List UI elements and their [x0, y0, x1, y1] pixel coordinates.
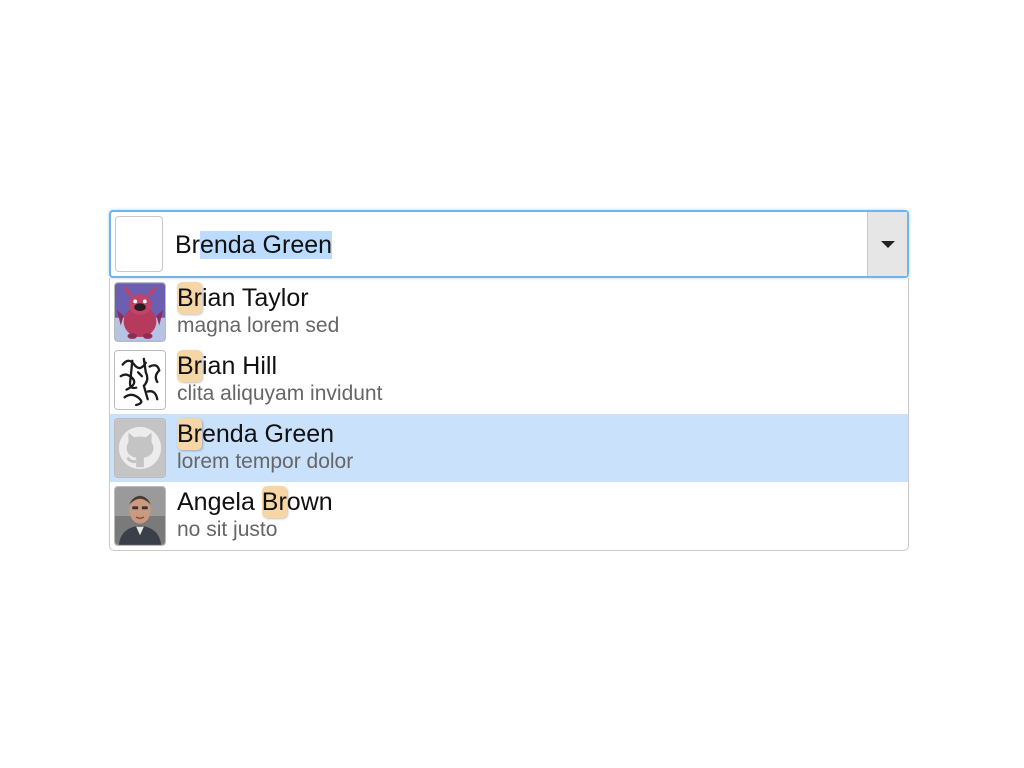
person-photo-icon [114, 486, 166, 546]
match-highlight: Br [261, 486, 287, 518]
match-highlight: Br [177, 350, 202, 382]
search-input[interactable]: Brenda Green [175, 227, 333, 263]
sketch-avatar-icon [114, 350, 166, 410]
caret-down-icon [880, 240, 895, 248]
option-name: Angela Brown [177, 486, 333, 518]
option-name: Brian Hill [177, 350, 278, 382]
match-highlight: Br [177, 418, 202, 450]
option-brian-taylor[interactable]: Brian Taylor magna lorem sed [110, 278, 908, 346]
option-brian-hill[interactable]: Brian Hill clita aliquyam invidunt [110, 346, 908, 414]
suggestions-listbox: Brian Taylor magna lorem sed Brian Hill … [109, 278, 909, 551]
option-name: Brian Taylor [177, 282, 309, 314]
selected-avatar-placeholder [115, 216, 163, 272]
autocomplete-combobox: Brenda Green Brian Taylor magna lorem se… [109, 210, 909, 551]
option-brenda-green[interactable]: Brenda Green lorem tempor dolor [110, 414, 908, 482]
option-name-rest: enda Green [202, 420, 335, 448]
autocompleted-selection: enda Green [200, 231, 333, 259]
combobox-input-row[interactable]: Brenda Green [109, 210, 909, 278]
typed-text: Br [175, 231, 200, 259]
option-description: magna lorem sed [177, 314, 340, 337]
option-name-before: Angela [177, 488, 262, 516]
option-name: Brenda Green [177, 418, 335, 450]
option-angela-brown[interactable]: Angela Brown no sit justo [110, 482, 908, 550]
option-description: clita aliquyam invidunt [177, 382, 383, 405]
github-octocat-icon [114, 418, 166, 478]
option-description: no sit justo [177, 518, 278, 541]
option-name-rest: ian Hill [202, 352, 278, 380]
dropdown-toggle-button[interactable] [867, 212, 907, 276]
option-description: lorem tempor dolor [177, 450, 354, 473]
option-name-rest: ian Taylor [202, 284, 309, 312]
match-highlight: Br [177, 282, 202, 314]
option-name-rest: own [286, 488, 333, 516]
monster-avatar-icon [114, 282, 166, 342]
